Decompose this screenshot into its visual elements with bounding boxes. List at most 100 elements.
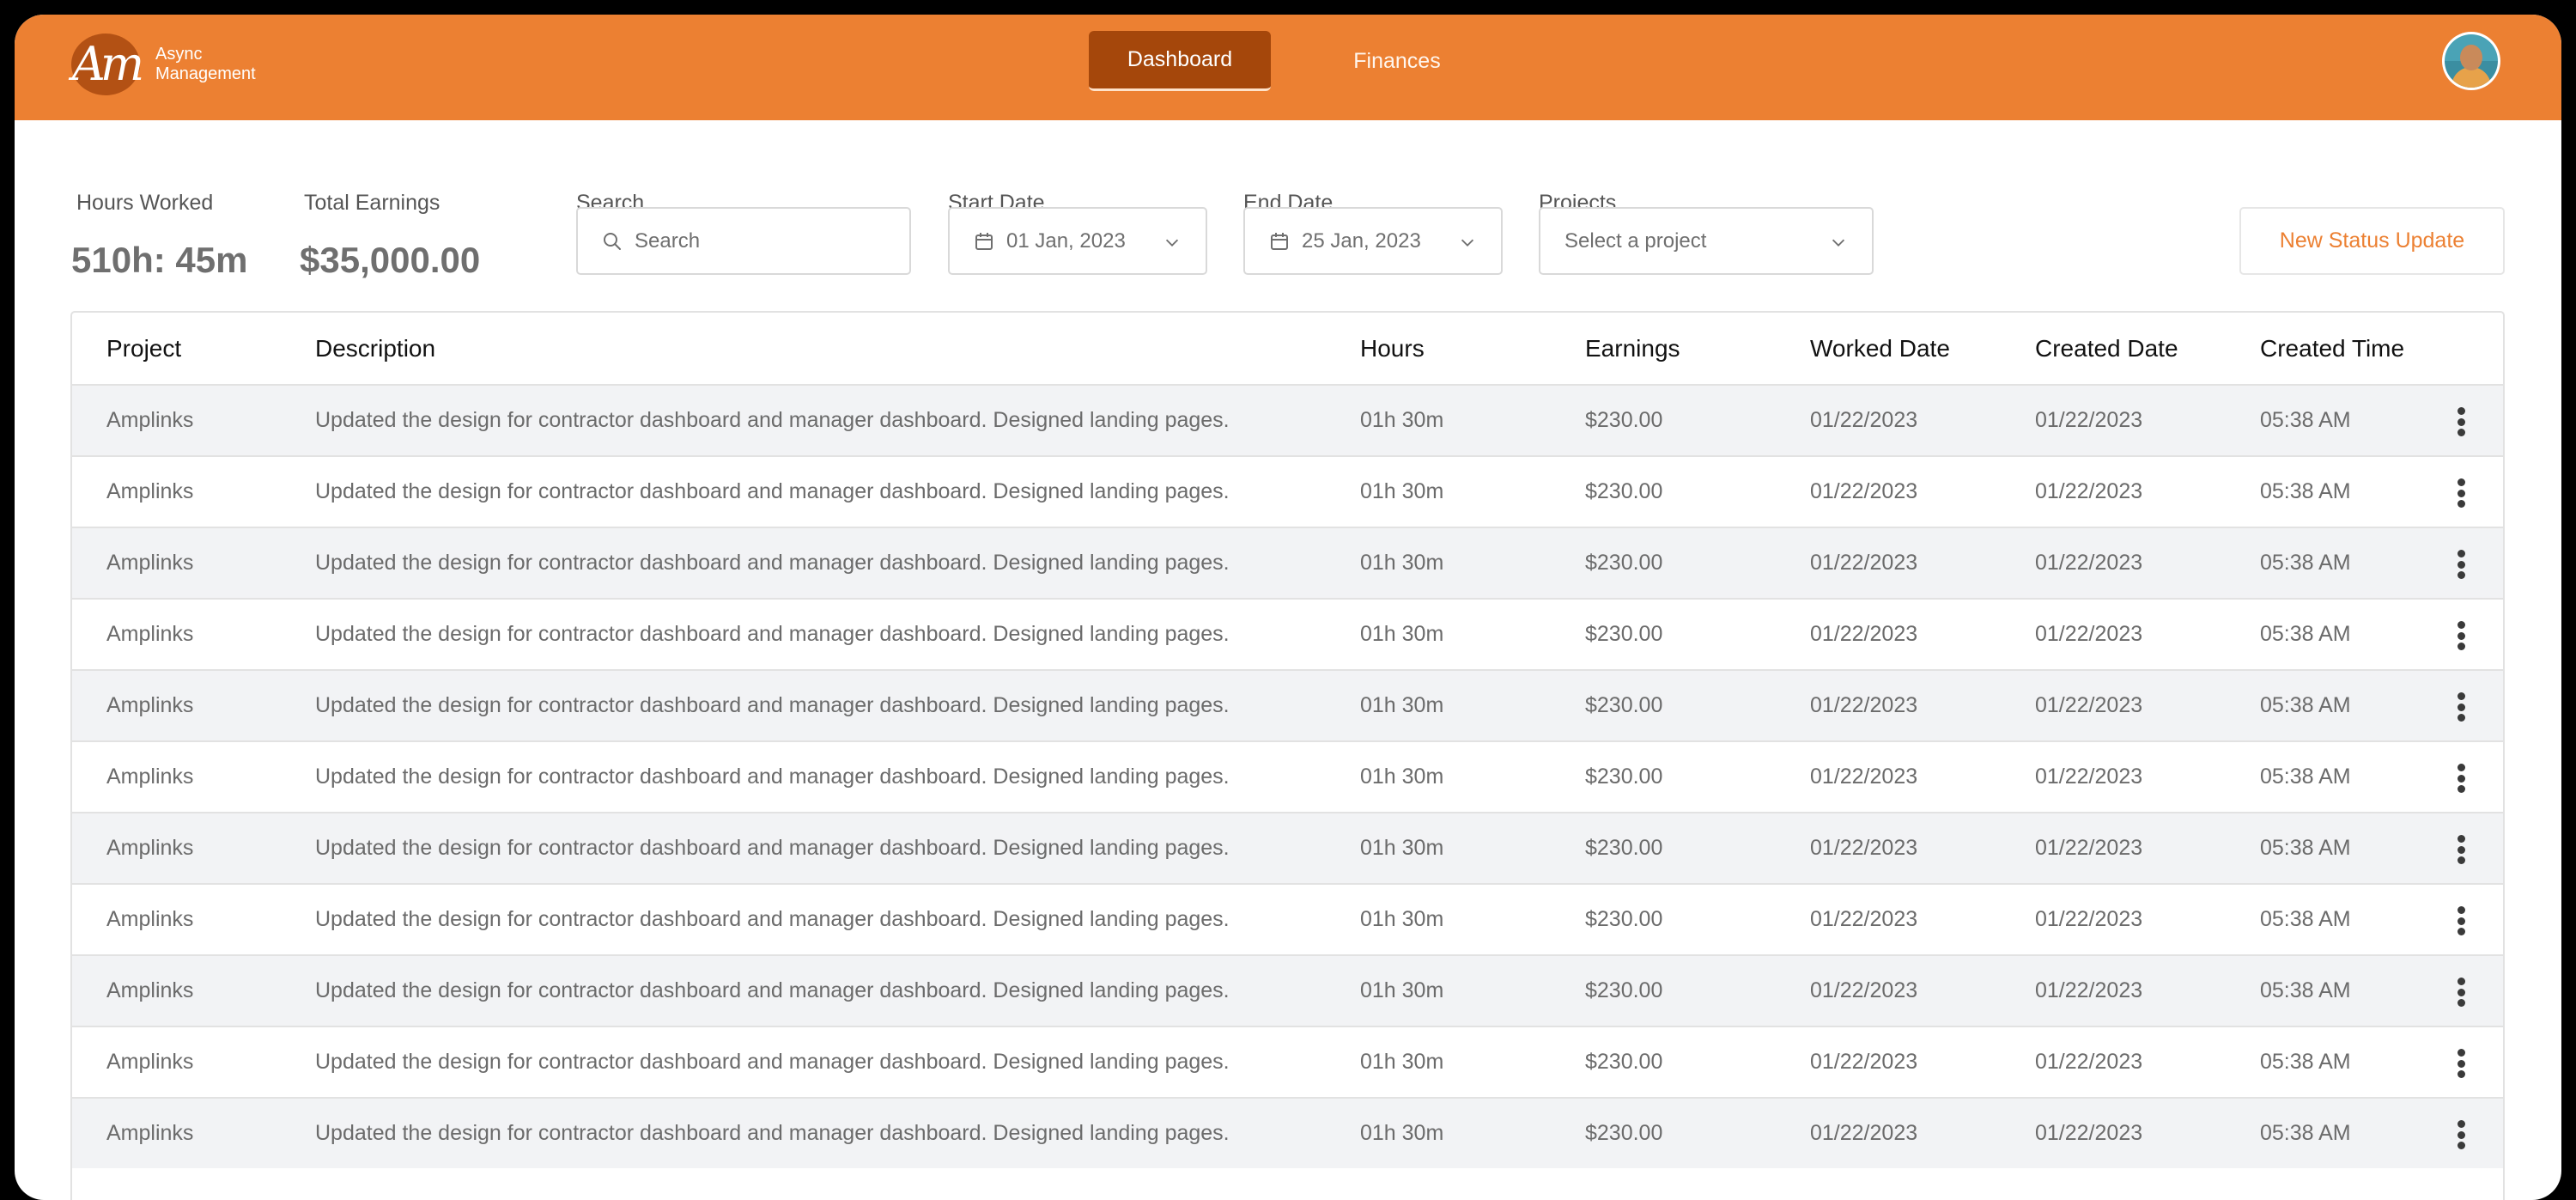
table-row[interactable]: Amplinks Updated the design for contract…	[72, 1026, 2503, 1097]
total-earnings-label: Total Earnings	[304, 191, 440, 215]
cell-created-date: 01/22/2023	[2035, 408, 2143, 432]
logo-mark-icon: Am	[71, 34, 144, 95]
more-options-icon[interactable]	[2452, 478, 2470, 508]
search-icon	[602, 231, 623, 252]
more-options-icon[interactable]	[2452, 1049, 2470, 1078]
cell-created-date: 01/22/2023	[2035, 622, 2143, 646]
table-row[interactable]: Amplinks Updated the design for contract…	[72, 812, 2503, 883]
cell-earnings: $230.00	[1585, 693, 1663, 717]
cell-hours: 01h 30m	[1360, 1050, 1444, 1074]
cell-project: Amplinks	[106, 408, 194, 432]
cell-hours: 01h 30m	[1360, 907, 1444, 931]
more-options-icon[interactable]	[2452, 550, 2470, 579]
table-row[interactable]: Amplinks Updated the design for contract…	[72, 527, 2503, 598]
tab-dashboard[interactable]: Dashboard	[1089, 31, 1271, 91]
cell-created-time: 05:38 AM	[2260, 693, 2351, 717]
table-header: Project Description Hours Earnings Worke…	[72, 313, 2503, 384]
logo-line-2: Management	[155, 64, 256, 83]
more-options-icon[interactable]	[2452, 1120, 2470, 1149]
search-placeholder: Search	[635, 228, 701, 253]
cell-project: Amplinks	[106, 978, 194, 1002]
avatar[interactable]	[2442, 32, 2500, 90]
hours-worked-value: 510h: 45m	[71, 240, 248, 280]
cell-earnings: $230.00	[1585, 836, 1663, 860]
cell-worked-date: 01/22/2023	[1810, 836, 1918, 860]
cell-project: Amplinks	[106, 907, 194, 931]
cell-worked-date: 01/22/2023	[1810, 907, 1918, 931]
cell-project: Amplinks	[106, 693, 194, 717]
table-row[interactable]: Amplinks Updated the design for contract…	[72, 384, 2503, 455]
cell-created-date: 01/22/2023	[2035, 693, 2143, 717]
cell-project: Amplinks	[106, 1050, 194, 1074]
cell-created-time: 05:38 AM	[2260, 1121, 2351, 1145]
project-select[interactable]: Select a project	[1539, 207, 1874, 275]
cell-hours: 01h 30m	[1360, 764, 1444, 789]
column-header-created-date[interactable]: Created Date	[2035, 313, 2178, 384]
chevron-down-icon	[1829, 233, 1848, 252]
cell-project: Amplinks	[106, 764, 194, 789]
table-row[interactable]: Amplinks Updated the design for contract…	[72, 954, 2503, 1026]
user-photo-icon	[2445, 34, 2498, 88]
cell-description: Updated the design for contractor dashbo…	[315, 551, 1230, 575]
column-header-worked-date[interactable]: Worked Date	[1810, 313, 1950, 384]
cell-description: Updated the design for contractor dashbo…	[315, 978, 1230, 1002]
cell-created-date: 01/22/2023	[2035, 1050, 2143, 1074]
new-status-update-button[interactable]: New Status Update	[2239, 207, 2505, 275]
logo-text: Async Management	[155, 45, 256, 84]
cell-worked-date: 01/22/2023	[1810, 1050, 1918, 1074]
table-row[interactable]: Amplinks Updated the design for contract…	[72, 740, 2503, 812]
column-header-created-time[interactable]: Created Time	[2260, 313, 2404, 384]
more-options-icon[interactable]	[2452, 621, 2470, 650]
cell-created-date: 01/22/2023	[2035, 907, 2143, 931]
cell-project: Amplinks	[106, 551, 194, 575]
cell-created-date: 01/22/2023	[2035, 978, 2143, 1002]
table-row[interactable]: Amplinks Updated the design for contract…	[72, 883, 2503, 954]
logo[interactable]: Am Async Management	[71, 34, 256, 95]
cell-created-date: 01/22/2023	[2035, 479, 2143, 503]
more-options-icon[interactable]	[2452, 407, 2470, 436]
more-options-icon[interactable]	[2452, 906, 2470, 935]
search-input[interactable]: Search	[576, 207, 911, 275]
cell-hours: 01h 30m	[1360, 551, 1444, 575]
cell-earnings: $230.00	[1585, 1050, 1663, 1074]
start-date-picker[interactable]: 01 Jan, 2023	[948, 207, 1207, 275]
cell-hours: 01h 30m	[1360, 836, 1444, 860]
chevron-down-icon	[1458, 233, 1477, 252]
tab-finances[interactable]: Finances	[1311, 31, 1483, 91]
cell-description: Updated the design for contractor dashbo…	[315, 764, 1230, 789]
cell-created-date: 01/22/2023	[2035, 1121, 2143, 1145]
cell-worked-date: 01/22/2023	[1810, 479, 1918, 503]
cell-earnings: $230.00	[1585, 479, 1663, 503]
table-row[interactable]: Amplinks Updated the design for contract…	[72, 1097, 2503, 1168]
cell-created-date: 01/22/2023	[2035, 551, 2143, 575]
more-options-icon[interactable]	[2452, 835, 2470, 864]
cell-project: Amplinks	[106, 479, 194, 503]
cell-worked-date: 01/22/2023	[1810, 622, 1918, 646]
cell-created-time: 05:38 AM	[2260, 978, 2351, 1002]
column-header-hours[interactable]: Hours	[1360, 313, 1425, 384]
cell-worked-date: 01/22/2023	[1810, 1121, 1918, 1145]
more-options-icon[interactable]	[2452, 764, 2470, 793]
cell-created-time: 05:38 AM	[2260, 836, 2351, 860]
top-bar: Am Async Management Dashboard Finances	[15, 15, 2561, 120]
cell-description: Updated the design for contractor dashbo…	[315, 693, 1230, 717]
table-row[interactable]: Amplinks Updated the design for contract…	[72, 669, 2503, 740]
cell-created-time: 05:38 AM	[2260, 479, 2351, 503]
cell-earnings: $230.00	[1585, 622, 1663, 646]
cell-hours: 01h 30m	[1360, 693, 1444, 717]
cell-hours: 01h 30m	[1360, 479, 1444, 503]
more-options-icon[interactable]	[2452, 978, 2470, 1007]
cell-created-time: 05:38 AM	[2260, 622, 2351, 646]
column-header-project[interactable]: Project	[106, 313, 181, 384]
cell-earnings: $230.00	[1585, 978, 1663, 1002]
table-row[interactable]: Amplinks Updated the design for contract…	[72, 455, 2503, 527]
table-row[interactable]: Amplinks Updated the design for contract…	[72, 598, 2503, 669]
column-header-earnings[interactable]: Earnings	[1585, 313, 1680, 384]
logo-line-1: Async	[155, 45, 203, 64]
more-options-icon[interactable]	[2452, 692, 2470, 722]
total-earnings-value: $35,000.00	[300, 240, 481, 280]
column-header-description[interactable]: Description	[315, 313, 435, 384]
cell-description: Updated the design for contractor dashbo…	[315, 479, 1230, 503]
cell-project: Amplinks	[106, 836, 194, 860]
end-date-picker[interactable]: 25 Jan, 2023	[1243, 207, 1503, 275]
